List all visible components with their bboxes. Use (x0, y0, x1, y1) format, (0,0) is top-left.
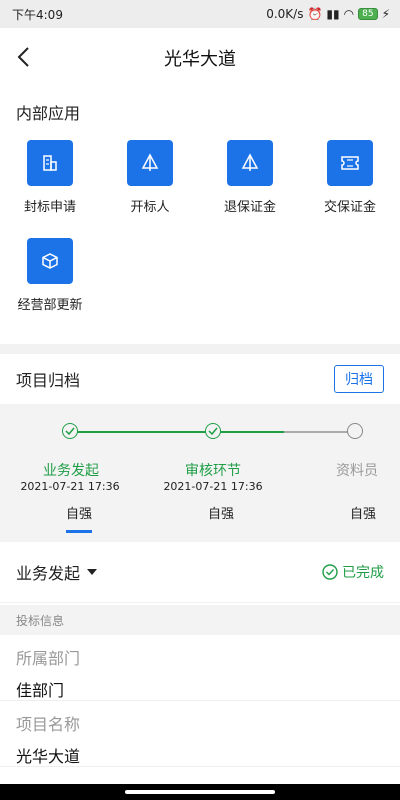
app-pay-deposit[interactable]: 交保证金 (300, 140, 400, 238)
back-button[interactable] (12, 44, 38, 70)
active-step-indicator (66, 530, 92, 533)
archive-button[interactable]: 归档 (334, 365, 384, 393)
app-label: 开标人 (130, 200, 170, 215)
internal-apps-title: 内部应用 (16, 104, 81, 123)
caret-down-icon (87, 569, 98, 575)
status-icons: 0.0K/s ⏰ ▮▮ ◠ 85 ⚡ (266, 7, 390, 21)
business-dropdown[interactable]: 业务发起 (16, 560, 98, 584)
tent-icon (127, 140, 173, 186)
building-icon (27, 140, 73, 186)
status-text: 已完成 (342, 565, 384, 581)
step-time: 2021-07-21 17:36 (163, 480, 263, 493)
step-connector (72, 431, 212, 433)
step-person: 自强 (207, 507, 234, 522)
field-department: 所属部门 佳部门 (0, 635, 400, 701)
gesture-bar (0, 784, 400, 800)
battery-level: 85 (358, 8, 378, 20)
step-connector (284, 431, 348, 433)
section-divider (0, 344, 400, 354)
app-bid-opener[interactable]: 开标人 (100, 140, 200, 238)
status-time: 下午4:09 (12, 7, 63, 22)
check-circle-icon (322, 564, 338, 580)
app-label: 交保证金 (323, 200, 376, 215)
field-value: 光华大道 (16, 747, 81, 766)
app-refund-deposit[interactable]: 退保证金 (200, 140, 300, 238)
app-label: 经营部更新 (17, 298, 83, 313)
app-seal-bid-apply[interactable]: 封标申请 (0, 140, 100, 238)
network-speed: 0.0K/s (266, 7, 304, 21)
step-pending-icon (347, 423, 363, 439)
field-label: 所属部门 (16, 649, 81, 668)
alarm-icon: ⏰ (307, 7, 323, 21)
home-indicator[interactable] (125, 790, 275, 794)
nav-bar: 光华大道 (0, 28, 400, 88)
archive-header: 项目归档 归档 (0, 354, 400, 404)
step-name[interactable]: 业务发起 (0, 460, 142, 480)
step-person: 自强 (65, 507, 92, 522)
bid-info-header: 投标信息 (0, 605, 400, 635)
signal-icon: ▮▮ (326, 7, 340, 21)
step-done-icon (205, 423, 221, 439)
archive-title: 项目归档 (16, 371, 81, 390)
ticket-icon (327, 140, 373, 186)
business-row: 业务发起 已完成 (0, 542, 400, 603)
cube-icon (27, 238, 73, 284)
app-department-update[interactable]: 经营部更新 (0, 238, 100, 336)
step-connector (214, 431, 284, 433)
app-label: 退保证金 (223, 200, 276, 215)
step-time: 2021-07-21 17:36 (20, 480, 120, 493)
status-bar: 下午4:09 0.0K/s ⏰ ▮▮ ◠ 85 ⚡ (0, 0, 400, 28)
wifi-icon: ◠ (343, 7, 355, 21)
field-project-name: 项目名称 光华大道 (0, 701, 400, 767)
chevron-left-icon (17, 47, 29, 67)
step-done-icon (62, 423, 78, 439)
tent-icon (227, 140, 273, 186)
page-title: 光华大道 (164, 49, 236, 70)
step-name[interactable]: 资料员 (322, 460, 392, 480)
app-grid: 封标申请 开标人 退保证金 交保证金 经营部更新 (0, 128, 400, 336)
business-label: 业务发起 (16, 564, 81, 583)
app-label: 封标申请 (23, 200, 76, 215)
field-value: 佳部门 (16, 681, 65, 700)
step-name[interactable]: 审核环节 (142, 460, 284, 480)
progress-steps: 业务发起 审核环节 资料员 2021-07-21 17:36 2021-07-2… (0, 404, 400, 542)
step-person: 自强 (349, 507, 376, 522)
charging-icon: ⚡ (381, 7, 390, 21)
completion-status: 已完成 (322, 562, 384, 582)
field-label: 项目名称 (16, 715, 81, 734)
